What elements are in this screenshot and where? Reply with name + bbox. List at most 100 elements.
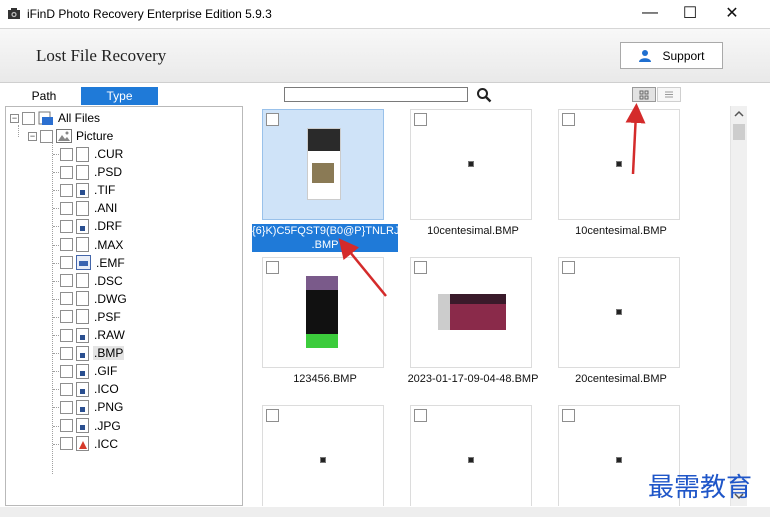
- tree-checkbox[interactable]: [60, 183, 73, 197]
- file-thumbnail[interactable]: [410, 109, 532, 220]
- tree-node-drf[interactable]: .DRF: [60, 217, 123, 235]
- tree-checkbox[interactable]: [22, 111, 35, 125]
- file-type-icon: [76, 218, 89, 234]
- vertical-scrollbar[interactable]: [730, 106, 747, 506]
- tree-node-bmp[interactable]: .BMP: [60, 344, 125, 362]
- tree-checkbox[interactable]: [60, 147, 73, 161]
- file-type-icon: [76, 273, 89, 289]
- file-checkbox[interactable]: [266, 261, 279, 274]
- maximize-button[interactable]: ☐: [668, 0, 712, 26]
- tree-checkbox[interactable]: [60, 274, 73, 288]
- tree-checkbox[interactable]: [60, 256, 73, 270]
- file-type-icon: [76, 291, 89, 307]
- file-name-label[interactable]: 10centesimal.BMP: [398, 224, 548, 238]
- tree-node-dwg[interactable]: .DWG: [60, 290, 128, 308]
- file-name-label[interactable]: 10centesimal.BMP: [546, 224, 696, 238]
- collapse-toggle[interactable]: −: [10, 113, 19, 123]
- file-name-line: 123456.BMP: [293, 373, 357, 385]
- app-camera-icon: [8, 8, 20, 19]
- tree-node-cur[interactable]: .CUR: [60, 145, 124, 163]
- tree-node-icc[interactable]: .ICC: [60, 435, 119, 453]
- tree-node-emf[interactable]: .EMF: [60, 254, 126, 272]
- tree-checkbox[interactable]: [60, 238, 73, 251]
- tree-node-dsc[interactable]: .DSC: [60, 272, 124, 290]
- tree-checkbox[interactable]: [60, 310, 73, 324]
- file-checkbox[interactable]: [266, 113, 279, 126]
- thumbnail-preview: [468, 161, 474, 167]
- file-type-icon: [76, 182, 89, 198]
- tree-checkbox[interactable]: [60, 400, 73, 414]
- tree-item-label: .PSF: [94, 309, 121, 324]
- tree-item-label: .EMF: [96, 255, 125, 270]
- tree-checkbox[interactable]: [60, 328, 73, 342]
- tree-checkbox[interactable]: [60, 437, 73, 451]
- file-name-label[interactable]: 123456.BMP: [250, 372, 400, 386]
- tree-node-psf[interactable]: .PSF: [60, 308, 122, 326]
- file-thumbnail[interactable]: [410, 405, 532, 506]
- file-name-label[interactable]: 2023-01-17-09-04-48.BMP: [398, 372, 548, 386]
- file-thumbnail[interactable]: [262, 109, 384, 220]
- file-thumbnail[interactable]: [558, 257, 680, 368]
- list-view-button[interactable]: [657, 87, 681, 102]
- tree-node-gif[interactable]: .GIF: [60, 362, 118, 380]
- tree-item-label: .MAX: [94, 237, 124, 252]
- file-name-line: 10centesimal.BMP: [575, 225, 667, 237]
- file-checkbox[interactable]: [414, 409, 427, 422]
- file-thumbnail[interactable]: [558, 109, 680, 220]
- file-thumbnail[interactable]: [410, 257, 532, 368]
- tree-checkbox[interactable]: [60, 292, 73, 306]
- close-button[interactable]: ✕: [710, 0, 754, 26]
- list-view-icon: [665, 91, 673, 98]
- tree-node-psd[interactable]: .PSD: [60, 163, 123, 181]
- file-checkbox[interactable]: [414, 261, 427, 274]
- minimize-button[interactable]: —: [628, 0, 672, 26]
- grid-view-button[interactable]: [632, 87, 656, 102]
- file-checkbox[interactable]: [562, 261, 575, 274]
- file-name-line: 20centesimal.BMP: [575, 373, 667, 385]
- tree-checkbox[interactable]: [60, 201, 73, 215]
- tree-checkbox[interactable]: [60, 219, 73, 233]
- tree-item-label: .RAW: [94, 328, 125, 342]
- search-icon[interactable]: [476, 87, 492, 103]
- search-input[interactable]: [284, 87, 468, 102]
- file-name-label[interactable]: 20centesimal.BMP: [546, 372, 696, 386]
- tree-node-tif[interactable]: .TIF: [60, 181, 116, 199]
- tree-checkbox[interactable]: [40, 129, 53, 143]
- tree-node-ico[interactable]: .ICO: [60, 380, 120, 398]
- file-checkbox[interactable]: [414, 113, 427, 126]
- tab-path[interactable]: Path: [10, 87, 78, 105]
- thumbnail-preview: [306, 276, 338, 348]
- tree-item-label: .CUR: [94, 147, 124, 161]
- tree-node-png[interactable]: .PNG: [60, 398, 124, 416]
- scroll-thumb[interactable]: [733, 124, 745, 140]
- app-window: iFinD Photo Recovery Enterprise Edition …: [0, 0, 770, 517]
- support-button[interactable]: Support: [620, 42, 723, 69]
- tree-checkbox[interactable]: [60, 419, 73, 432]
- tree-node-max[interactable]: .MAX: [60, 236, 124, 254]
- picture-icon: [56, 129, 72, 143]
- tree-checkbox[interactable]: [60, 382, 73, 396]
- tree-node-all-files[interactable]: − All Files: [10, 109, 101, 127]
- file-checkbox[interactable]: [562, 409, 575, 422]
- collapse-toggle[interactable]: −: [28, 131, 37, 141]
- thumbnail-preview: [616, 457, 622, 463]
- tree-node-picture[interactable]: − Picture: [28, 127, 114, 145]
- file-type-icon: [76, 327, 89, 343]
- file-thumbnail[interactable]: [262, 257, 384, 368]
- tree-checkbox[interactable]: [60, 364, 73, 378]
- file-checkbox[interactable]: [266, 409, 279, 422]
- thumbnail-preview: [468, 457, 474, 463]
- file-type-icon: [76, 164, 89, 180]
- tree-checkbox[interactable]: [60, 165, 73, 179]
- scroll-up-icon[interactable]: [731, 108, 747, 120]
- tree-item-label: .ANI: [94, 201, 118, 216]
- tree-checkbox[interactable]: [60, 346, 73, 360]
- file-thumbnail[interactable]: [262, 405, 384, 506]
- tree-node-raw[interactable]: .RAW: [60, 326, 126, 344]
- file-name-label[interactable]: {6}K)C5FQST9(B0@P}TNLRJ .BMP: [252, 224, 400, 252]
- tree-node-ani[interactable]: .ANI: [60, 199, 118, 217]
- tab-type[interactable]: Type: [81, 87, 158, 105]
- file-name-line: {6}K)C5FQST9(B0@P}TNLRJ: [252, 225, 400, 237]
- tree-node-jpg[interactable]: .JPG: [60, 417, 122, 435]
- file-checkbox[interactable]: [562, 113, 575, 126]
